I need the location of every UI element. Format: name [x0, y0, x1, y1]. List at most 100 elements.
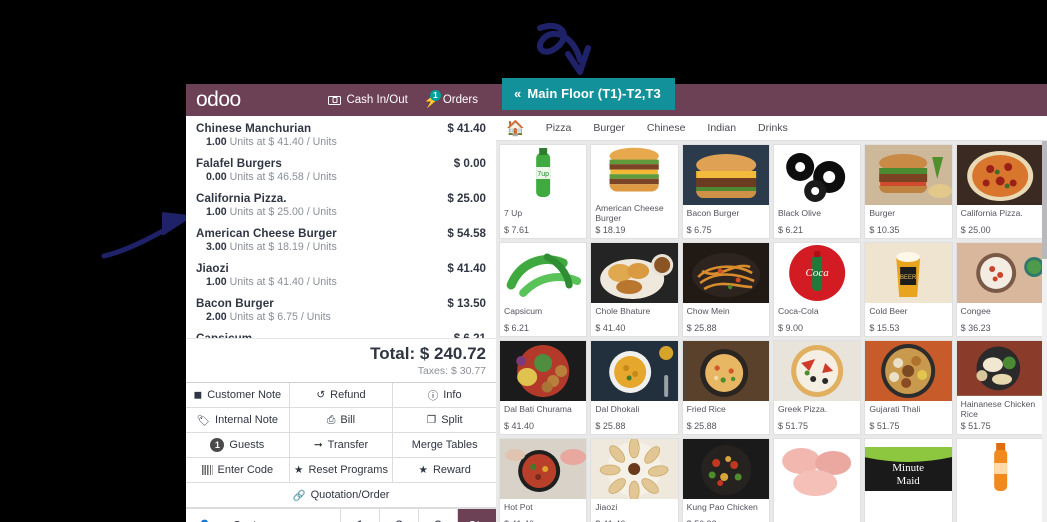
product-card[interactable]: Dal Bati Churama $ 41.40: [499, 340, 588, 435]
customer-note-label: Customer Note: [207, 389, 282, 401]
reset-programs-button[interactable]: ★ Reset Programs: [289, 458, 394, 482]
enter-code-button[interactable]: Enter Code: [186, 458, 290, 482]
product-image: 7up: [500, 145, 587, 205]
order-line[interactable]: Jiaozi $ 41.40 1.00 Units at $ 41.40 / Uni…: [196, 262, 486, 288]
product-image: [682, 341, 769, 401]
product-card[interactable]: California Pizza. $ 25.00: [955, 144, 1044, 239]
screenshot-stage: odoo Cash In/Out ⚡ 1 Orders Chinese Manc…: [0, 0, 1047, 522]
reward-button[interactable]: ★ Reward: [393, 458, 497, 482]
barcode-icon: [201, 465, 213, 475]
product-card[interactable]: BEER Cold Beer $ 15.53: [864, 242, 953, 337]
order-line-price: $ 0.00: [453, 157, 486, 170]
order-line-price: $ 41.40: [447, 122, 486, 135]
order-line[interactable]: Capsicum$ 6.211.00 Units at $ 6.21 / Uni…: [196, 332, 486, 338]
order-line[interactable]: Bacon Burger $ 13.50 2.00 Units at $ 6.75 …: [196, 297, 486, 323]
product-card[interactable]: 7up 7 Up $ 7.61: [499, 144, 588, 239]
cash-in-out-button[interactable]: Cash In/Out: [320, 84, 415, 116]
home-icon[interactable]: 🏠: [502, 121, 535, 136]
order-line[interactable]: American Cheese Burger $ 54.58 3.00 Units …: [196, 227, 486, 253]
product-card[interactable]: Fried Rice $ 25.88: [681, 340, 770, 435]
order-line-top: Falafel Burgers $ 0.00: [196, 157, 486, 170]
info-button[interactable]: ⓘ Info: [393, 383, 497, 407]
category-item-burger[interactable]: Burger: [582, 122, 636, 134]
product-card[interactable]: Gujarati Thali $ 51.75: [864, 340, 953, 435]
bill-button[interactable]: ⎙ Bill: [289, 408, 394, 432]
product-name: [774, 499, 860, 502]
split-button[interactable]: ❐ Split: [393, 408, 497, 432]
product-card[interactable]: Chole Bhature $ 41.40: [590, 242, 679, 337]
product-card[interactable]: Coca Coca-Cola $ 9.00: [773, 242, 862, 337]
product-grid[interactable]: 7up 7 Up $ 7.61 American Cheese Burger $ 18.…: [496, 141, 1047, 522]
transfer-button[interactable]: ➞ Transfer: [289, 433, 394, 457]
product-image: [591, 145, 678, 200]
numpad-key-3[interactable]: 3: [419, 509, 458, 522]
product-card[interactable]: Hainanese Chicken Rice $ 51.75: [955, 340, 1044, 435]
product-grid-scrollbar[interactable]: [1042, 141, 1047, 522]
category-item-drinks[interactable]: Drinks: [747, 122, 799, 134]
odoo-logo[interactable]: odoo: [196, 88, 241, 112]
order-line[interactable]: Falafel Burgers $ 0.00 0.00 Units at $ 46.…: [196, 157, 486, 183]
product-card[interactable]: American Cheese Burger $ 18.19: [590, 144, 679, 239]
product-card[interactable]: Jiaozi $ 41.40: [590, 438, 679, 522]
category-item-pizza[interactable]: Pizza: [535, 122, 583, 134]
product-card[interactable]: Dal Dhokali $ 25.88: [590, 340, 679, 435]
product-card[interactable]: [955, 438, 1044, 522]
product-price: $ 51.75: [869, 421, 900, 431]
product-card[interactable]: Kung Pao Chicken $ 56.93: [681, 438, 770, 522]
printer-icon: ⎙: [326, 413, 336, 426]
product-card[interactable]: Burger $ 10.35: [864, 144, 953, 239]
product-price: $ 25.00: [960, 225, 991, 235]
order-lines-list[interactable]: Chinese Manchurian $ 41.40 1.00 Units at $…: [186, 116, 496, 338]
product-card[interactable]: Black Olive $ 6.21: [773, 144, 862, 239]
product-image: [956, 145, 1043, 205]
customer-note-button[interactable]: ◼ Customer Note: [186, 383, 290, 407]
product-card[interactable]: Congee $ 36.23: [955, 242, 1044, 337]
reward-label: Reward: [432, 464, 471, 476]
order-line-price: $ 54.58: [447, 227, 486, 240]
order-total-amount: Total: $ 240.72: [370, 344, 486, 363]
scrollbar-thumb[interactable]: [1042, 141, 1047, 259]
merge-tables-button[interactable]: Merge Tables: [393, 433, 497, 457]
floor-selector-button[interactable]: « Main Floor (T1)-T2,T3: [502, 78, 675, 110]
order-taxes-amount: Taxes: $ 30.77: [417, 365, 486, 377]
product-card[interactable]: Minute Maid: [864, 438, 953, 522]
product-name: Black Olive: [778, 208, 821, 218]
category-item-chinese[interactable]: Chinese: [636, 122, 697, 134]
product-card[interactable]: Capsicum $ 6.21: [499, 242, 588, 337]
product-card[interactable]: Chow Mein $ 25.88: [681, 242, 770, 337]
orders-bolt-icon: ⚡ 1: [424, 89, 441, 107]
quotation-order-button[interactable]: 🔗 Quotation/Order: [186, 483, 496, 507]
order-line-top: Chinese Manchurian $ 41.40: [196, 122, 486, 135]
qty-button[interactable]: Qty: [458, 509, 496, 522]
product-card[interactable]: Hot Pot $ 41.40: [499, 438, 588, 522]
product-name: Kung Pao Chicken: [686, 502, 758, 512]
product-card[interactable]: Bacon Burger $ 6.75: [681, 144, 770, 239]
order-line[interactable]: Chinese Manchurian $ 41.40 1.00 Units at $…: [196, 122, 486, 148]
chevron-left-icon: «: [514, 86, 522, 101]
control-row-4: Enter Code ★ Reset Programs ★ Reward: [186, 458, 497, 483]
product-image: [956, 243, 1043, 303]
product-name: Chow Mein: [686, 306, 730, 316]
order-line-detail: 0.00 Units at $ 46.58 / Units: [206, 171, 337, 183]
internal-note-button[interactable]: 🏷 Internal Note: [186, 408, 290, 432]
product-price: $ 10.35: [869, 225, 900, 235]
order-line-detail: 1.00 Units at $ 41.40 / Units: [206, 276, 337, 288]
product-price: $ 36.23: [960, 323, 991, 333]
customer-button[interactable]: 👤 Customer: [186, 509, 341, 522]
control-row-1: ◼ Customer Note ↺ Refund ⓘ Info: [186, 383, 497, 408]
product-card[interactable]: [773, 438, 862, 522]
product-price: $ 41.40: [500, 517, 586, 522]
product-name: American Cheese Burger: [595, 202, 664, 223]
product-card[interactable]: Greek Pizza. $ 51.75: [773, 340, 862, 435]
guests-button[interactable]: 1 Guests: [186, 433, 290, 457]
product-price: $ 41.40: [595, 323, 626, 333]
refund-button[interactable]: ↺ Refund: [289, 383, 394, 407]
product-image: [956, 341, 1043, 396]
product-image: [500, 439, 587, 499]
order-line-name: Bacon Burger: [196, 297, 274, 310]
order-line[interactable]: California Pizza. $ 25.00 1.00 Units at $ …: [196, 192, 486, 218]
numpad-key-1[interactable]: 1: [341, 509, 380, 522]
category-item-indian[interactable]: Indian: [696, 122, 747, 134]
orders-button[interactable]: ⚡ 1 Orders: [416, 84, 486, 116]
numpad-key-2[interactable]: 2: [380, 509, 419, 522]
